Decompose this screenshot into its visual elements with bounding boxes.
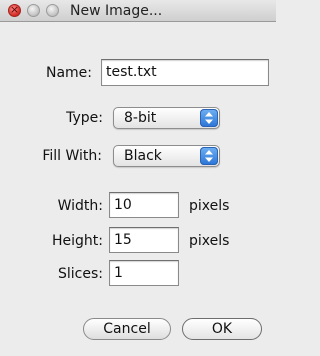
fill-with-select[interactable]: Black [113,145,220,167]
close-icon: × [9,3,20,16]
select-arrows-icon [200,109,218,127]
title-bar: × New Image... [0,0,276,22]
new-image-dialog: × New Image... Name: test.txt Type: 8-bi… [0,0,276,356]
fill-with-select-value: Black [124,148,162,164]
cancel-button[interactable]: Cancel [83,318,171,340]
height-label: Height: [52,233,103,249]
type-label: Type: [66,110,103,126]
fill-with-label: Fill With: [42,148,102,164]
window-title: New Image... [70,3,163,19]
zoom-window-button[interactable] [46,4,59,17]
name-label: Name: [45,65,92,81]
type-select-value: 8-bit [124,110,157,126]
close-window-button[interactable]: × [8,3,21,17]
height-input[interactable]: 15 [109,227,179,253]
slices-input[interactable]: 1 [109,260,179,286]
ok-button[interactable]: OK [182,318,262,340]
width-input[interactable]: 10 [109,192,179,218]
select-arrows-icon [200,147,218,165]
height-unit: pixels [189,233,230,249]
minimize-window-button[interactable] [27,4,40,17]
width-unit: pixels [189,198,230,214]
name-input[interactable]: test.txt [101,59,269,86]
slices-label: Slices: [58,266,103,282]
width-label: Width: [57,198,103,214]
type-select[interactable]: 8-bit [113,107,220,129]
